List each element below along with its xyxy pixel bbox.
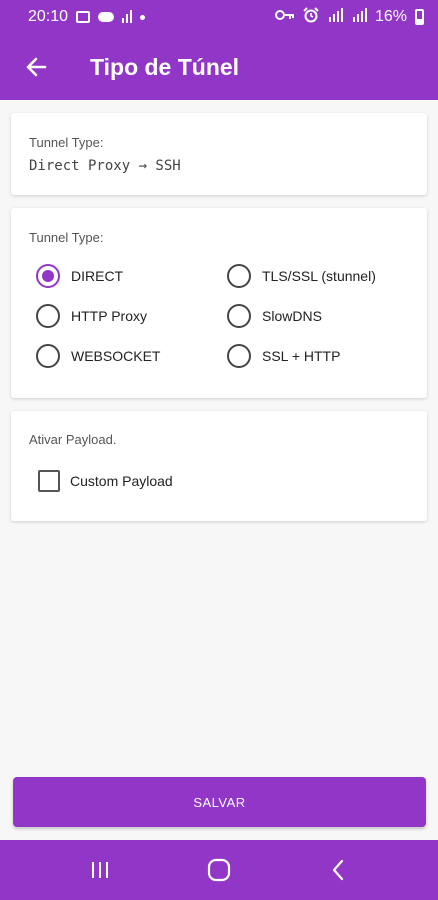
radio-unchecked-icon xyxy=(227,304,251,328)
battery-icon xyxy=(415,9,424,25)
tunnel-type-label: Tunnel Type: xyxy=(29,230,104,245)
checkbox-label: Custom Payload xyxy=(70,473,173,489)
page-title: Tipo de Túnel xyxy=(90,53,240,80)
radio-direct[interactable]: DIRECT xyxy=(36,264,123,288)
nav-back-button[interactable] xyxy=(308,840,368,900)
alarm-icon xyxy=(303,6,319,28)
status-time: 20:10 xyxy=(28,8,69,25)
radio-unchecked-icon xyxy=(227,344,251,368)
radio-label: DIRECT xyxy=(71,268,124,284)
current-tunnel-label: Tunnel Type: xyxy=(29,135,104,150)
nav-recents-button[interactable] xyxy=(70,840,130,900)
payload-card: Ativar Payload. Custom Payload xyxy=(11,411,427,521)
back-icon xyxy=(333,859,344,881)
notification-dot-icon xyxy=(140,14,146,20)
radio-unchecked-icon xyxy=(36,344,60,368)
checkbox-unchecked-icon xyxy=(38,470,60,492)
gallery-icon xyxy=(76,11,91,23)
nav-home-button[interactable] xyxy=(189,840,249,900)
tunnel-type-card: Tunnel Type: DIRECT TLS/SSL (stunnel) HT… xyxy=(11,208,427,398)
radio-slowdns[interactable]: SlowDNS xyxy=(227,304,322,328)
radio-label: SSL + HTTP xyxy=(262,348,341,364)
radio-unchecked-icon xyxy=(227,264,251,288)
radio-websocket[interactable]: WEBSOCKET xyxy=(36,344,160,368)
status-left: 20:10 xyxy=(28,8,146,26)
cloud-icon xyxy=(98,12,115,22)
navigation-bar xyxy=(0,840,438,900)
current-tunnel-value: Direct Proxy → SSH xyxy=(29,158,181,174)
radio-ssl-http[interactable]: SSL + HTTP xyxy=(227,344,340,368)
status-right: 16% xyxy=(274,6,424,28)
signal-sim1-icon xyxy=(327,7,343,27)
battery-percent: 16% xyxy=(374,8,407,25)
app-bar: Tipo de Túnel xyxy=(0,34,438,100)
radio-tls-ssl[interactable]: TLS/SSL (stunnel) xyxy=(227,264,376,288)
tunnel-type-radio-group: DIRECT TLS/SSL (stunnel) HTTP Proxy Slow… xyxy=(36,264,416,384)
radio-checked-icon xyxy=(36,264,60,288)
home-icon xyxy=(207,858,231,882)
vpn-key-icon xyxy=(274,8,295,26)
current-tunnel-card: Tunnel Type: Direct Proxy → SSH xyxy=(11,113,427,195)
radio-unchecked-icon xyxy=(36,304,60,328)
radio-http-proxy[interactable]: HTTP Proxy xyxy=(36,304,147,328)
custom-payload-checkbox[interactable]: Custom Payload xyxy=(38,470,173,492)
status-bar: 20:10 16% xyxy=(0,0,438,34)
radio-label: HTTP Proxy xyxy=(71,308,147,324)
recents-icon xyxy=(91,862,108,878)
arrow-left-icon xyxy=(26,57,47,77)
signal-off-icon xyxy=(122,9,133,26)
radio-label: SlowDNS xyxy=(262,308,322,324)
radio-label: TLS/SSL (stunnel) xyxy=(262,268,376,284)
save-button[interactable]: SALVAR xyxy=(13,777,426,827)
radio-label: WEBSOCKET xyxy=(71,348,161,364)
back-button[interactable] xyxy=(0,34,72,100)
signal-sim2-icon xyxy=(351,7,367,27)
payload-label: Ativar Payload. xyxy=(29,432,117,447)
